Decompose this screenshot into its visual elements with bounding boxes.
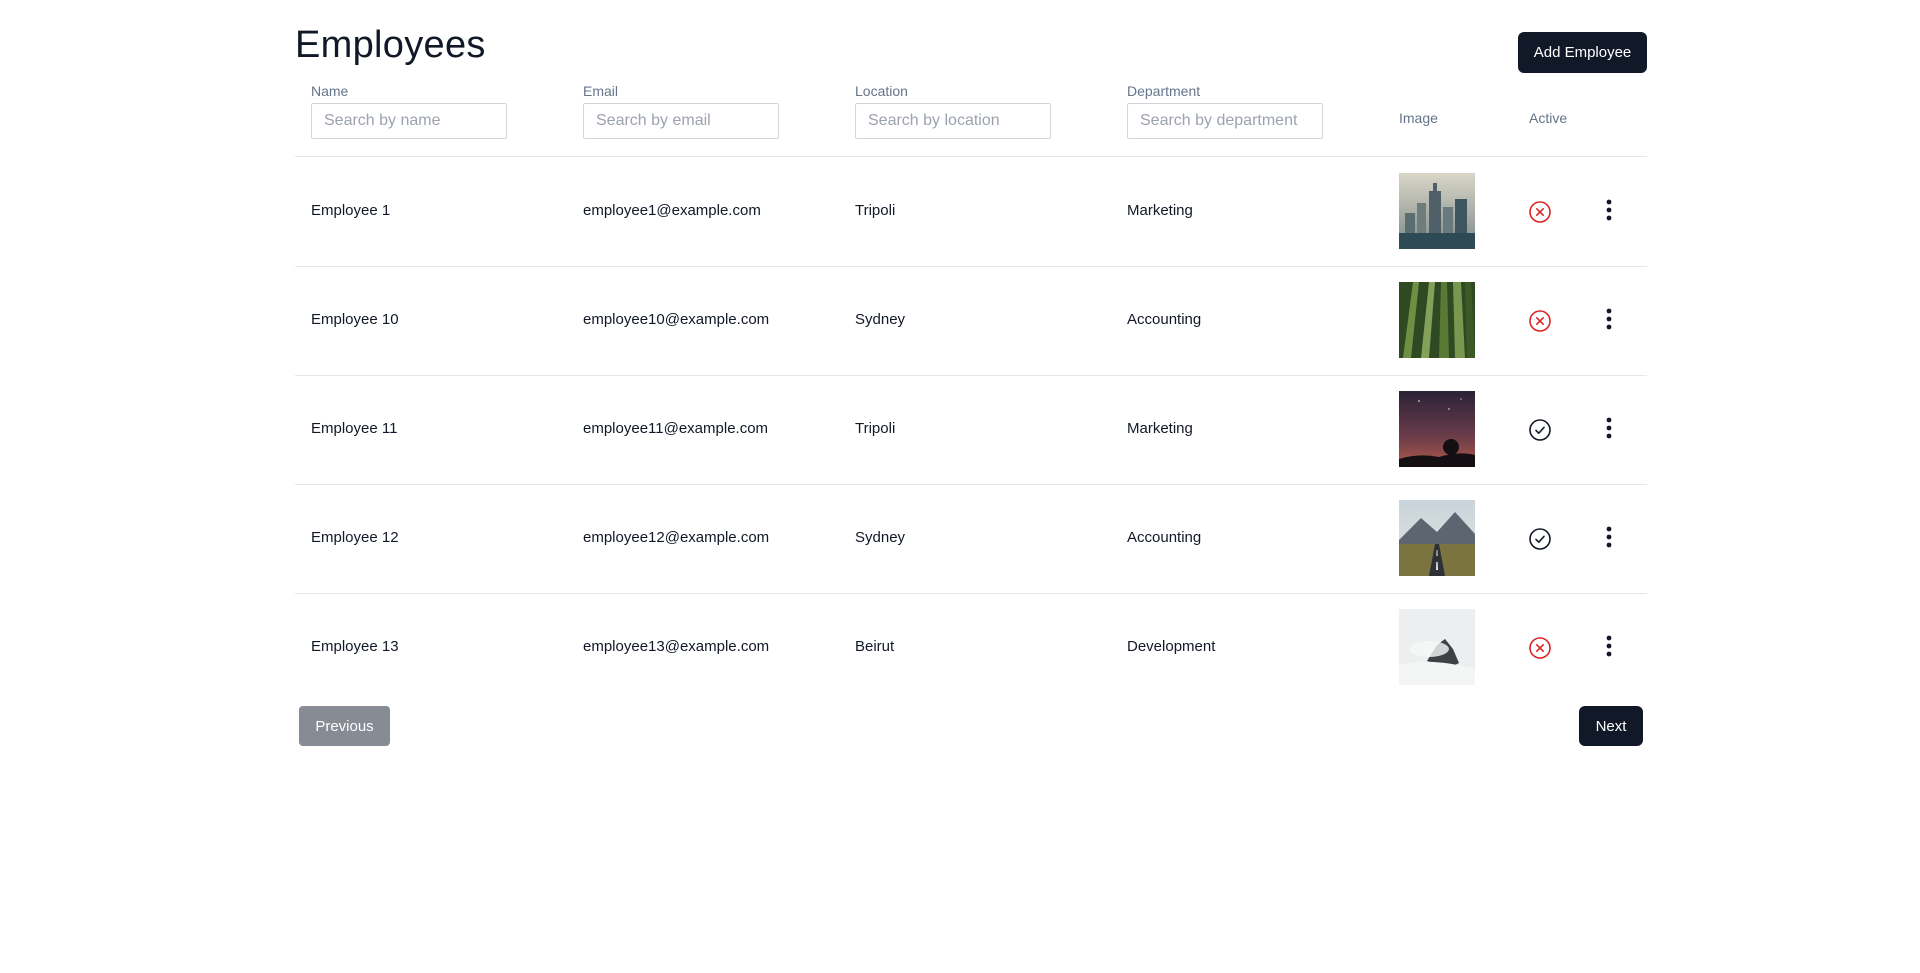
table-row: Employee 13 employee13@example.com Beiru… [295,593,1647,702]
location-header-label: Location [855,83,908,99]
page-title: Employees [295,24,486,66]
employee-department: Accounting [1127,311,1202,328]
employee-name: Employee 11 [311,420,398,437]
more-vertical-icon[interactable] [1601,633,1617,659]
image-header-label: Image [1399,110,1438,126]
employee-name: Employee 1 [311,202,391,219]
table-row: Employee 12 employee12@example.com Sydne… [295,484,1647,594]
email-header-label: Email [583,83,619,99]
employee-department: Development [1127,638,1216,655]
more-vertical-icon[interactable] [1601,415,1617,441]
employee-location: Sydney [855,311,906,328]
next-page-button[interactable]: Next [1579,706,1643,746]
x-circle-icon [1529,201,1551,223]
employee-department: Marketing [1127,420,1193,437]
employee-department: Accounting [1127,529,1202,546]
employee-name: Employee 12 [311,529,399,546]
more-vertical-icon[interactable] [1601,306,1617,332]
employee-department: Marketing [1127,202,1193,219]
name-search-input[interactable] [311,103,507,139]
location-search-input[interactable] [855,103,1051,139]
employee-name: Employee 13 [311,638,399,655]
table-row: Employee 1 employee1@example.com Tripoli… [295,157,1647,267]
department-header-label: Department [1127,83,1201,99]
employee-image [1399,282,1475,358]
check-circle-icon [1529,528,1551,550]
add-employee-button[interactable]: Add Employee [1518,32,1647,73]
table-row: Employee 10 employee10@example.com Sydne… [295,266,1647,376]
employee-name: Employee 10 [311,311,399,328]
check-circle-icon [1529,419,1551,441]
more-vertical-icon[interactable] [1601,524,1617,550]
department-column-header: Department [1127,83,1323,139]
name-column-header: Name [311,83,507,139]
email-column-header: Email [583,83,779,139]
employee-email: employee10@example.com [583,311,770,328]
employee-email: employee1@example.com [583,202,761,219]
employee-location: Sydney [855,529,906,546]
name-header-label: Name [311,83,349,99]
active-header-label: Active [1529,110,1568,126]
employee-location: Beirut [855,638,895,655]
location-column-header: Location [855,83,1051,139]
employee-email: employee11@example.com [583,420,769,437]
x-circle-icon [1529,637,1551,659]
employee-location: Tripoli [855,202,896,219]
employee-location: Tripoli [855,420,896,437]
employee-email: employee12@example.com [583,529,770,546]
employee-image [1399,173,1475,249]
employee-image [1399,609,1475,685]
table-header: Name Email Location Department Image Act… [295,80,1647,157]
department-search-input[interactable] [1127,103,1323,139]
more-vertical-icon[interactable] [1601,197,1617,223]
employee-image [1399,500,1475,576]
employee-image [1399,391,1475,467]
employee-email: employee13@example.com [583,638,770,655]
x-circle-icon [1529,310,1551,332]
email-search-input[interactable] [583,103,779,139]
previous-page-button[interactable]: Previous [299,706,390,746]
table-row: Employee 11 employee11@example.com Tripo… [295,375,1647,485]
